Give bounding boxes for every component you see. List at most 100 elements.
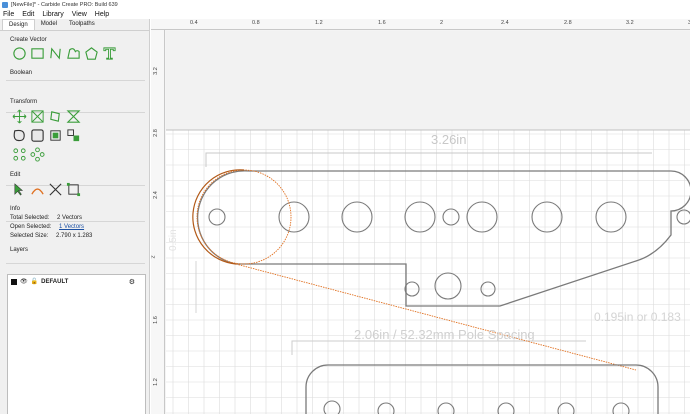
total-selected-value: 2 Vectors [57,215,83,221]
workspace[interactable]: 3.26in 0.5in 2.06in / 52.32mm Pole Spaci… [166,31,690,414]
off-material-area [166,31,690,130]
transform-section: Transform [0,99,150,162]
open-selected-link[interactable]: 1 Vectors [59,224,84,230]
cut-icon [48,182,62,196]
ruler-top-label: 2 [440,20,444,26]
layers-list: 👁 🔓 DEFAULT ⚙ [7,274,146,414]
left-panel: Design Model Toolpaths Create Vector Boo… [0,19,150,414]
selected-size-value: 2.790 x 1.283 [56,233,93,239]
panel-tabs: Design Model Toolpaths [0,19,149,31]
trim-icon [30,187,44,195]
divider [6,263,145,264]
align-icon [49,129,61,141]
menu-library[interactable]: Library [42,11,63,18]
ruler-top-label: 2.4 [501,20,509,26]
menu-edit[interactable]: Edit [22,11,34,18]
trim-tool[interactable] [28,181,46,197]
ruler-top-label: 2.8 [564,20,572,26]
cut-tool[interactable] [46,181,64,197]
material-area [166,130,690,414]
distribute-tool[interactable] [64,127,82,143]
total-selected-label: Total Selected: [10,215,50,221]
join-icon [66,182,80,196]
menu-bar: File Edit Library View Help [0,9,690,19]
scale-tool[interactable] [28,108,46,124]
fillet-tool[interactable] [28,127,46,143]
selected-size-label: Selected Size: [10,233,49,239]
mirror-icon [66,109,80,123]
window-title: [NewFile]* - Carbide Create PRO: Build 6… [11,1,118,8]
menu-help[interactable]: Help [95,11,109,18]
create-vector-title: Create Vector [10,37,47,43]
eye-icon[interactable]: 👁 [20,278,28,285]
divider [6,80,145,81]
app-icon [2,1,8,8]
rotate-icon [49,110,60,122]
ruler-left-label: 2.8 [152,129,159,137]
layer-row-default[interactable]: 👁 🔓 DEFAULT ⚙ [8,277,145,286]
ruler-top-label: 0.4 [190,20,198,26]
array-icon [12,147,26,161]
mirror-tool[interactable] [64,108,82,124]
ruler-left-label: 3.2 [152,67,159,75]
polygon-tool[interactable] [82,45,100,61]
circular-array-tool[interactable] [28,146,46,162]
design-canvas[interactable]: 0.40.81.21.622.42.83.23.6 3.22.82.421.61… [151,19,690,414]
gear-icon[interactable]: ⚙ [129,278,135,286]
pole-spacing-text: 2.06in / 52.32mm Pole Spacing [354,327,535,342]
curve-icon [66,47,80,59]
lock-icon[interactable]: 🔓 [31,278,38,285]
distribute-icon [66,128,79,141]
circle-icon [12,46,26,60]
open-selected-row: Open Selected: 1 Vectors [0,223,150,232]
text-tool[interactable] [100,45,118,61]
layers-title: Layers [10,247,29,253]
transform-title: Transform [10,99,38,105]
array-tool[interactable] [10,146,28,162]
boolean-section: Boolean [0,70,150,78]
offset-icon [13,129,25,141]
node-edit-tool[interactable] [10,181,28,197]
total-selected-row: Total Selected: 2 Vectors [0,214,150,223]
pentagon-icon [84,46,98,60]
info-section: Info Total Selected: 2 Vectors Open Sele… [0,206,150,241]
info-title: Info [10,206,21,212]
circle-tool[interactable] [10,45,28,61]
ruler-top-label: 1.2 [315,20,323,26]
move-tool[interactable] [10,108,28,124]
layers-section: Layers [0,247,150,255]
selected-size-row: Selected Size: 2.790 x 1.283 [0,232,150,241]
edit-title: Edit [10,172,21,178]
rectangle-tool[interactable] [28,45,46,61]
tab-toolpaths[interactable]: Toolpaths [63,19,101,30]
ruler-top-label: 3.2 [626,20,634,26]
boolean-title: Boolean [10,70,33,76]
ruler-left: 3.2 2.8 2.4 2 1.6 1.2 [151,30,165,414]
height-dimension-text: 0.5in [168,229,179,251]
tab-model[interactable]: Model [35,19,63,30]
ruler-left-label: 1.6 [152,316,159,324]
text-icon [102,46,116,60]
polyline-icon [49,46,61,60]
join-tool[interactable] [64,181,82,197]
edit-section: Edit [0,172,150,197]
title-bar: [NewFile]* - Carbide Create PRO: Build 6… [0,0,690,9]
align-tool[interactable] [46,127,64,143]
polyline-tool[interactable] [46,45,64,61]
scale-icon [30,109,44,123]
menu-view[interactable]: View [72,11,87,18]
move-icon [12,109,26,123]
offset-tool[interactable] [10,127,28,143]
layer-color-swatch[interactable] [11,278,17,285]
ruler-top: 0.40.81.21.622.42.83.23.6 [151,19,690,30]
ruler-left-label: 2.4 [152,191,159,199]
open-selected-label: Open Selected: [10,224,52,230]
curve-tool[interactable] [64,45,82,61]
tab-design[interactable]: Design [2,19,35,30]
ruler-left-label: 1.2 [152,378,159,386]
rounded-square-icon [30,128,44,142]
rotate-tool[interactable] [46,108,64,124]
width-dimension-text: 3.26in [431,132,466,147]
node-edit-icon [14,182,23,196]
menu-file[interactable]: File [3,11,14,18]
